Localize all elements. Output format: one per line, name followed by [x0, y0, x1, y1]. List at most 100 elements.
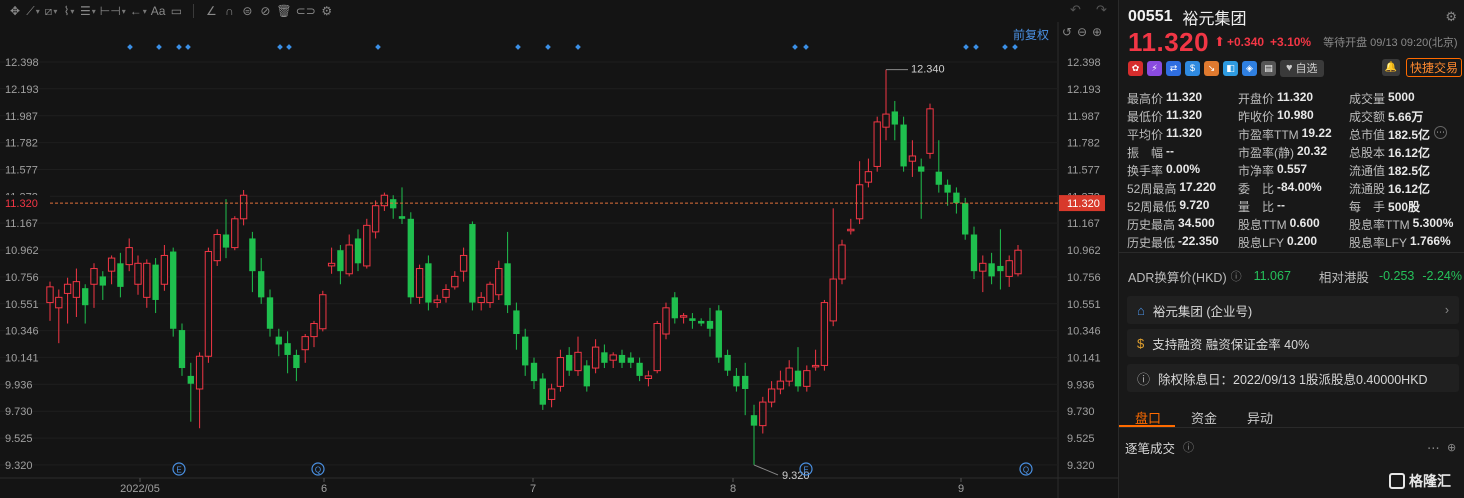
watchlist-label: 自选 [1295, 63, 1318, 75]
y-tick-label-left: 9.936 [5, 379, 33, 391]
more-icon[interactable]: ⋯ [1434, 125, 1448, 139]
wave-tool-icon[interactable]: ⌇ ▾ [60, 2, 78, 20]
note-icon[interactable]: ▤ [1261, 60, 1276, 76]
candle-body [354, 238, 362, 264]
quote-panel: 00551 裕元集团 ⚙ 11.320 ⬆ +0.340 +3.10% 等待开盘… [1118, 0, 1464, 498]
event-dot[interactable] [803, 44, 809, 50]
stat-label: 成交额 [1349, 109, 1386, 124]
x-tick-label: 9 [958, 483, 964, 495]
margin-icon[interactable]: ◧ [1223, 60, 1238, 76]
quick-trade-button[interactable]: 快捷交易 [1406, 58, 1463, 77]
dividend-card[interactable]: ⓘ 除权除息日：2022/09/13 1股派股息0.40000HKD [1127, 364, 1459, 392]
more-icon[interactable]: ⋯ [1427, 440, 1440, 455]
candle-body [293, 354, 300, 369]
expand-icon[interactable]: ⊕ [1447, 441, 1456, 454]
ruler-icon[interactable]: ∠ [202, 2, 220, 20]
candle-body [486, 283, 494, 304]
toolbar-divider [193, 4, 195, 18]
reset-zoom-icon[interactable]: ↺ [1062, 25, 1072, 39]
watchlist-button[interactable]: ♥ 自选 [1280, 59, 1324, 77]
event-dot[interactable] [1002, 44, 1008, 50]
relative-pct: -2.24% [1422, 269, 1462, 283]
tab-orderbook[interactable]: 盘口 [1119, 402, 1175, 427]
lock-draw-icon[interactable]: ⊜ [238, 2, 256, 20]
arrow-tool-icon[interactable]: ← ▾ [128, 2, 149, 20]
line-tool-icon[interactable]: ⟋ ▾ [24, 2, 42, 20]
candle-body [556, 357, 565, 387]
drawing-toolbar: ✥ ⟋ ▾ ⧄ ▾ ⌇ ▾ ☰ ▾ ⊢⊣ ▾ ← ▾ Aa ▭ ∠ ∩ ⊜ ⊘ 🗑 ⊂⊃ ⚙ [0, 0, 1118, 22]
short-icon[interactable]: ↘ [1204, 60, 1219, 76]
chart-panel[interactable]: 12.398 12.398 12.193 12.193 11.987 11.987 11.7… [0, 0, 1118, 498]
delete-icon[interactable]: 🗑 [274, 2, 293, 20]
candle-body [689, 318, 696, 321]
stat-value: 16.12亿 [1388, 145, 1431, 160]
hk-flag-icon[interactable]: ✿ [1128, 60, 1143, 76]
quote-header: 00551 裕元集团 ⚙ [1119, 7, 1464, 28]
stat-value: 0.200 [1287, 233, 1318, 248]
candle-body [715, 310, 722, 358]
candle-body [107, 257, 116, 272]
margin-card[interactable]: $ 支持融资 融资保证金率 40% [1127, 329, 1459, 357]
stat-value: 17.220 [1179, 179, 1217, 194]
flash-icon[interactable]: ⚡ [1147, 60, 1162, 76]
event-dot[interactable] [375, 44, 381, 50]
adjust-label[interactable]: 前复权 [1013, 26, 1049, 43]
tab-capital[interactable]: 资金 [1175, 402, 1231, 427]
dollar-icon[interactable]: $ [1185, 60, 1200, 76]
stat-value: 500股 [1388, 199, 1421, 214]
info-icon[interactable]: ⓘ [1183, 439, 1194, 455]
candle-body [310, 323, 318, 338]
event-dot[interactable] [277, 44, 283, 50]
candle-body [170, 251, 177, 329]
undo-icon[interactable]: ↶ [1070, 2, 1081, 18]
hide-draw-icon[interactable]: ⊘ [256, 2, 274, 20]
tab-anomaly[interactable]: 异动 [1231, 402, 1287, 427]
company-card[interactable]: ⌂ 裕元集团 (企业号) › [1127, 296, 1459, 324]
candle-body [547, 388, 556, 400]
event-dot[interactable] [1012, 44, 1018, 50]
settings-icon[interactable]: ⚙ [1445, 9, 1457, 25]
comment-tool-icon[interactable]: ▭ [167, 2, 185, 20]
fib-tool-icon[interactable]: ☰ ▾ [78, 2, 98, 20]
redo-icon[interactable]: ↷ [1096, 2, 1107, 18]
channel-tool-icon[interactable]: ⧄ ▾ [42, 2, 60, 20]
event-dot[interactable] [127, 44, 133, 50]
connect-icon[interactable]: ⇄ [1166, 60, 1181, 76]
y-tick-label-right: 9.320 [1067, 460, 1095, 472]
event-dot[interactable] [575, 44, 581, 50]
zoom-out-icon[interactable]: ⊖ [1077, 25, 1087, 39]
event-dot[interactable] [973, 44, 979, 50]
low-marker-line [753, 464, 779, 476]
text-tool-icon[interactable]: Aa [149, 2, 168, 20]
event-dot[interactable] [545, 44, 551, 50]
stat-item: 振 幅 -- [1127, 144, 1238, 161]
candle-body [776, 380, 785, 390]
event-dot[interactable] [286, 44, 292, 50]
candle-body [72, 281, 81, 298]
candle-body [213, 234, 221, 262]
event-dot[interactable] [792, 44, 798, 50]
info-icon[interactable]: ⓘ [1231, 268, 1242, 284]
settings-icon[interactable]: ⚙ [318, 2, 336, 20]
stat-item: 每 手 500股 [1349, 198, 1460, 215]
stat-value: 5.66万 [1388, 109, 1424, 124]
candle-body [794, 370, 802, 387]
zoom-in-icon[interactable]: ⊕ [1092, 25, 1102, 39]
event-dot[interactable] [515, 44, 521, 50]
candle-body [820, 302, 829, 366]
candlestick-chart[interactable]: 12.398 12.398 12.193 12.193 11.987 11.987 11.7… [0, 0, 1118, 498]
event-dot[interactable] [156, 44, 162, 50]
event-dot[interactable] [963, 44, 969, 50]
magnet-icon[interactable]: ∩ [220, 2, 238, 20]
y-tick-label-right: 10.756 [1067, 272, 1101, 284]
measure-tool-icon[interactable]: ⊢⊣ ▾ [98, 2, 128, 20]
high-marker-label: 12.340 [911, 64, 945, 76]
candle-body [222, 234, 230, 248]
tag-icon[interactable]: ◈ [1242, 60, 1257, 76]
crosshair-icon[interactable]: ✥ [6, 2, 24, 20]
bell-icon[interactable]: 🔔 [1382, 59, 1400, 76]
event-dot[interactable] [185, 44, 191, 50]
toggle-icon[interactable]: ⊂⊃ [294, 2, 318, 20]
event-dot[interactable] [176, 44, 182, 50]
candle-body [662, 307, 670, 335]
